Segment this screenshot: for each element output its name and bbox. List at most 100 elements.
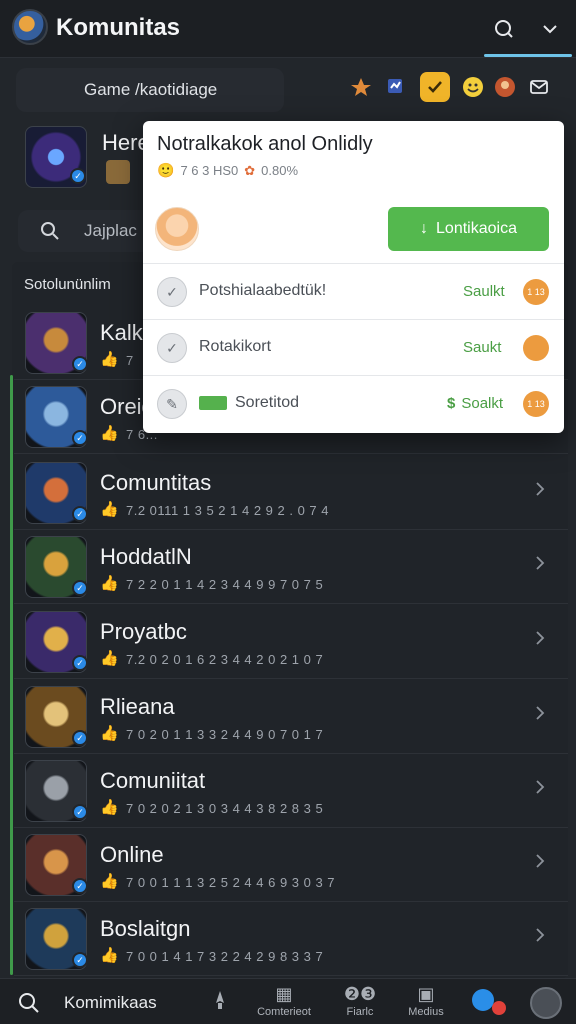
list-item-meta: 👍 7.2 0 2 0 1 6 2 3 4 4 2 0 2 1 0 7 [100,650,324,667]
radio-icon[interactable]: ✓ [157,277,187,307]
verified-icon: ✓ [72,804,88,820]
avatar[interactable] [530,987,562,1019]
tag-icon [199,396,227,410]
search-input[interactable]: Jajplac [84,221,137,241]
expand-button[interactable] [532,11,568,47]
list-item[interactable]: ✓ Boslaitgn 👍 7 0 0 1 4 1 7 3 2 2 4 2 9 8 3… [14,902,568,976]
option-row[interactable]: ✓ Potshialaabedtük! Saulkt 1 13 [143,264,564,320]
chevron-right-icon[interactable] [532,853,548,869]
chevron-right-icon[interactable] [532,927,548,943]
check-badge-icon[interactable] [420,72,450,102]
thumbs-up-icon: 👍 [100,575,119,592]
list-item-meta: 👍 7 0 2 0 1 1 3 3 2 4 4 9 0 7 0 1 7 [100,725,324,742]
list-item[interactable]: ✓ Rlieana 👍 7 0 2 0 1 1 3 3 2 4 4 9 0 7 0 1… [14,680,568,754]
app-header: Komunitas [0,0,576,58]
list-item-name: Rlieana [100,694,175,719]
bottom-nav: Komimikaas ▦ Comterieot ❷❸ Fiarlc ▣ Medi… [0,978,576,1024]
count-badge [523,335,549,361]
list-item-name: Kalk [100,320,143,345]
option-label: Soretitod [235,394,300,411]
list-item[interactable]: ✓ Online 👍 7 0 0 1 1 1 3 2 5 2 4 4 6 9 3 0 … [14,828,568,902]
option-status: Saulkt [463,283,505,300]
option-row[interactable]: ✓ Rotakikort Saukt [143,320,564,376]
notification-badge [492,1001,506,1015]
community-popup: Notralkakok anol Onlidly 🙂 7 6 3 HS0 ✿ 0… [143,121,564,433]
verified-icon: ✓ [72,356,88,372]
game-filter-label: Game /kaotidiage [84,80,218,99]
verified-icon: ✓ [72,430,88,446]
rocket-icon[interactable] [208,989,232,1018]
radio-icon[interactable]: ✓ [157,333,187,363]
download-icon: ↓ [420,220,429,237]
chevron-right-icon[interactable] [532,705,548,721]
smiley-icon[interactable] [458,72,488,102]
popup-stats: 🙂 7 6 3 HS0 ✿ 0.80% [157,162,299,178]
thumbs-up-icon: 👍 [100,425,119,442]
option-row[interactable]: ✎ Soretitod $ Soalkt 1 13 [143,376,564,432]
list-item-name: Comuniitat [100,768,206,793]
nav-main-label[interactable]: Komimikaas [64,993,157,1013]
active-tab-indicator [484,54,572,57]
app-logo [12,9,48,45]
radio-icon[interactable]: ✎ [157,389,187,419]
avatar-icon[interactable] [490,72,520,102]
thumbs-up-icon: 👍 [100,799,119,816]
thumbs-up-icon: 👍 [100,725,119,742]
chevron-right-icon[interactable] [532,555,548,571]
chevron-right-icon[interactable] [532,630,548,646]
verified-icon: ✓ [72,506,88,522]
nav-item-favorites[interactable]: ❷❸ Fiarlc [330,983,390,1023]
verified-icon: ✓ [72,580,88,596]
verified-icon: ✓ [72,730,88,746]
list-item-name: Comuntitas [100,470,212,495]
list-item-name: Online [100,842,164,867]
profile-icon[interactable] [472,989,494,1011]
reward-icon [106,160,130,184]
verified-icon: ✓ [72,878,88,894]
list-item-meta: 👍 7 2 2 0 1 1 4 2 3 4 4 9 9 7 0 7 5 [100,575,324,592]
thumbs-up-icon: 👍 [100,873,119,890]
verified-icon: ✓ [70,168,86,184]
list-item[interactable]: ✓ Proyatbc 👍 7.2 0 2 0 1 6 2 3 4 4 2 0 2 1 … [14,605,568,679]
game-filter[interactable]: Game /kaotidiage [16,68,284,112]
chevron-right-icon[interactable] [532,481,548,497]
thumbs-up-icon: 👍 [100,351,119,368]
search-icon [495,20,513,38]
avatar [155,207,199,251]
list-item[interactable]: ✓ HoddatlN 👍 7 2 2 0 1 1 4 2 3 4 4 9 9 7 0 … [14,530,568,604]
leaf-icon: ✿ [244,162,256,178]
group-icon: ❷❸ [343,984,377,1004]
verified-icon: ✓ [72,952,88,968]
chevron-right-icon[interactable] [532,779,548,795]
message-icon[interactable] [524,72,554,102]
search-icon[interactable] [18,992,40,1014]
search-button[interactable] [486,11,522,47]
chevron-down-icon [543,25,557,34]
count-badge: 1 13 [523,279,549,305]
list-item[interactable]: ✓ Comuniitat 👍 7 0 2 0 2 1 3 0 3 4 4 3 8 2 … [14,754,568,828]
option-status: Saukt [463,339,502,356]
thumbs-up-icon: 👍 [100,650,119,667]
list-item-meta: 👍 7.2 0111 1 3 5 2 1 4 2 9 2 . 0 7 4 [100,501,329,518]
list-item-name: HoddatlN [100,544,192,569]
nav-item-comments[interactable]: ▦ Comterieot [254,983,314,1023]
list-item-name: Proyatbc [100,619,187,644]
grid-icon: ▦ [275,984,293,1004]
nav-item-media[interactable]: ▣ Medius [396,983,456,1023]
list-item-meta: 👍 7 0 0 1 4 1 7 3 2 2 4 2 9 8 3 3 7 [100,947,324,964]
list-item-meta: 👍 7 [100,351,134,368]
thumbs-up-icon: 👍 [100,501,119,518]
option-status: $ Soalkt [447,395,504,412]
smiley-icon: 🙂 [157,162,175,178]
list-accent-bar [10,375,13,975]
star-icon[interactable] [346,72,376,102]
option-label: Potshialaabedtük! [199,282,327,299]
section-title: Sotolunünlim [24,276,111,293]
list-item-meta: 👍 7 0 2 0 2 1 3 0 3 4 4 3 8 2 8 3 5 [100,799,324,816]
option-label: Rotakikort [199,338,272,355]
join-button[interactable]: ↓ Lontikaoica [388,207,549,251]
media-icon: ▣ [417,984,435,1004]
list-item-meta: 👍 7 0 0 1 1 1 3 2 5 2 4 4 6 9 3 0 3 7 [100,873,336,890]
list-item[interactable]: ✓ Comuntitas 👍 7.2 0111 1 3 5 2 1 4 2 9 2 .… [14,456,568,530]
flag-icon[interactable] [380,72,410,102]
